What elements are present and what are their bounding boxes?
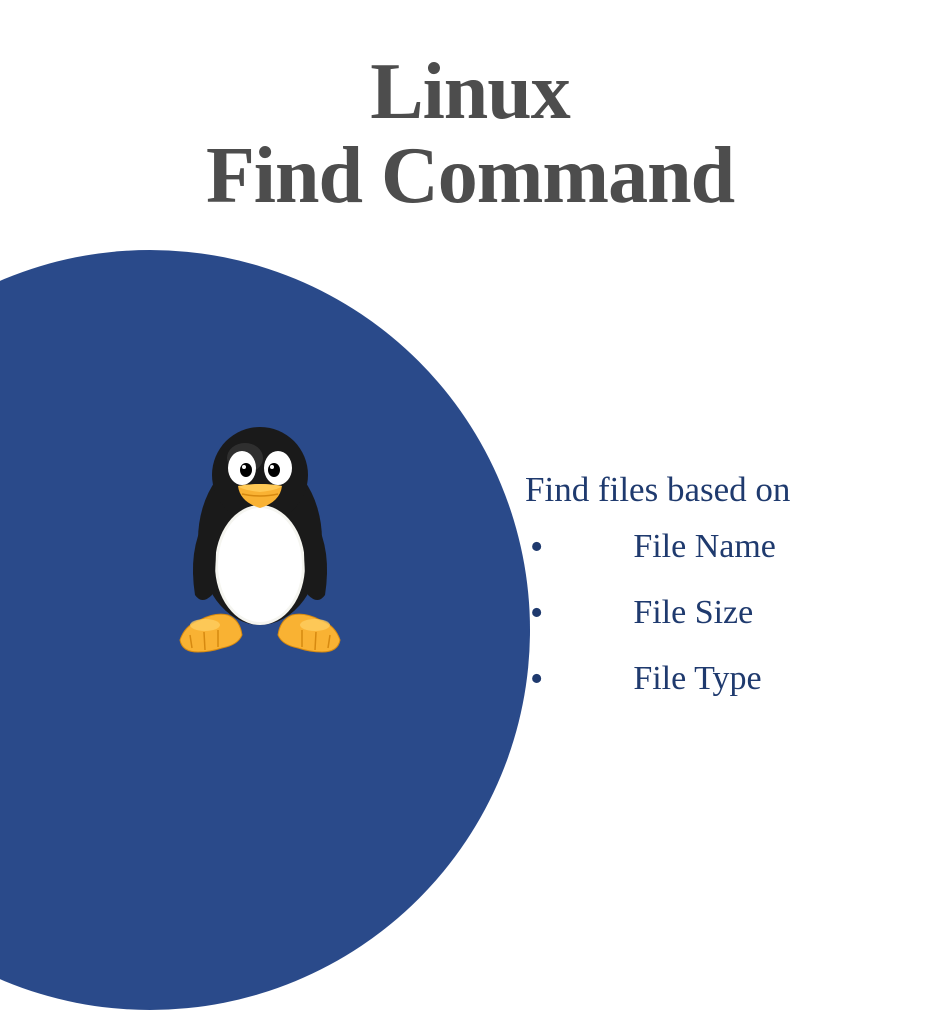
page-title: Linux Find Command bbox=[0, 50, 940, 218]
list-item-label: File Name bbox=[633, 528, 776, 566]
tux-penguin-icon bbox=[160, 420, 360, 660]
subtitle-text: Find files based on bbox=[525, 470, 790, 510]
list-item: File Name bbox=[530, 525, 776, 569]
list-item-label: File Type bbox=[633, 660, 761, 698]
list-item: File Size bbox=[530, 591, 776, 635]
list-item: File Type bbox=[530, 657, 776, 701]
list-item-label: File Size bbox=[633, 594, 753, 632]
title-line-1: Linux bbox=[0, 50, 940, 134]
features-list: File Name File Size File Type bbox=[530, 525, 776, 723]
title-line-2: Find Command bbox=[0, 134, 940, 218]
